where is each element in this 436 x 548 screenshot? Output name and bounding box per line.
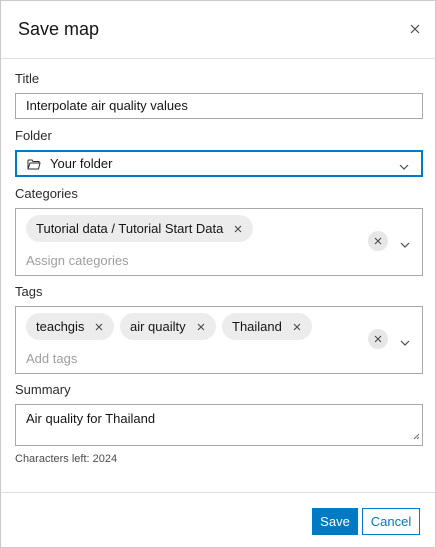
tags-placeholder[interactable]: Add tags: [26, 351, 77, 366]
remove-chip-icon[interactable]: [233, 224, 243, 234]
folder-icon: [27, 157, 41, 175]
folder-label: Folder: [15, 128, 52, 143]
save-button[interactable]: Save: [312, 508, 358, 535]
tag-chip-label: air quailty: [130, 319, 186, 334]
tags-combobox[interactable]: teachgis air quailty Thailand Add tags: [15, 306, 423, 374]
tag-chip: Thailand: [222, 313, 312, 340]
tag-chip: air quailty: [120, 313, 216, 340]
categories-combobox[interactable]: Tutorial data / Tutorial Start Data Assi…: [15, 208, 423, 276]
close-icon[interactable]: [405, 19, 425, 39]
tag-chip-label: Thailand: [232, 319, 282, 334]
categories-placeholder[interactable]: Assign categories: [26, 253, 129, 268]
remove-chip-icon[interactable]: [94, 322, 104, 332]
tag-chip: teachgis: [26, 313, 115, 340]
summary-value: Air quality for Thailand: [26, 411, 156, 426]
dialog-header: Save map: [1, 1, 435, 59]
save-map-dialog: Save map Title Interpolate air quality v…: [0, 0, 436, 548]
chevron-down-icon[interactable]: [400, 236, 410, 254]
chevron-down-icon[interactable]: [400, 334, 410, 352]
chevron-down-icon: [399, 158, 409, 176]
title-label: Title: [15, 71, 40, 86]
characters-left-text: Characters left: 2024: [15, 453, 118, 465]
dialog-title: Save map: [18, 19, 100, 39]
clear-categories-icon[interactable]: [368, 231, 388, 251]
summary-textarea[interactable]: Air quality for Thailand: [15, 404, 423, 446]
clear-tags-icon[interactable]: [368, 329, 388, 349]
resize-handle-icon[interactable]: [413, 428, 420, 443]
summary-label: Summary: [15, 382, 71, 397]
cancel-button[interactable]: Cancel: [362, 508, 420, 535]
folder-select[interactable]: Your folder: [15, 150, 423, 177]
footer-divider: [1, 492, 435, 493]
folder-value: Your folder: [50, 156, 113, 171]
tag-chip-label: teachgis: [36, 319, 85, 334]
tags-label: Tags: [15, 284, 43, 299]
categories-label: Categories: [15, 186, 78, 201]
title-input[interactable]: Interpolate air quality values: [15, 93, 423, 119]
category-chip: Tutorial data / Tutorial Start Data: [26, 215, 254, 242]
remove-chip-icon[interactable]: [292, 322, 302, 332]
category-chip-label: Tutorial data / Tutorial Start Data: [36, 221, 224, 236]
remove-chip-icon[interactable]: [196, 322, 206, 332]
